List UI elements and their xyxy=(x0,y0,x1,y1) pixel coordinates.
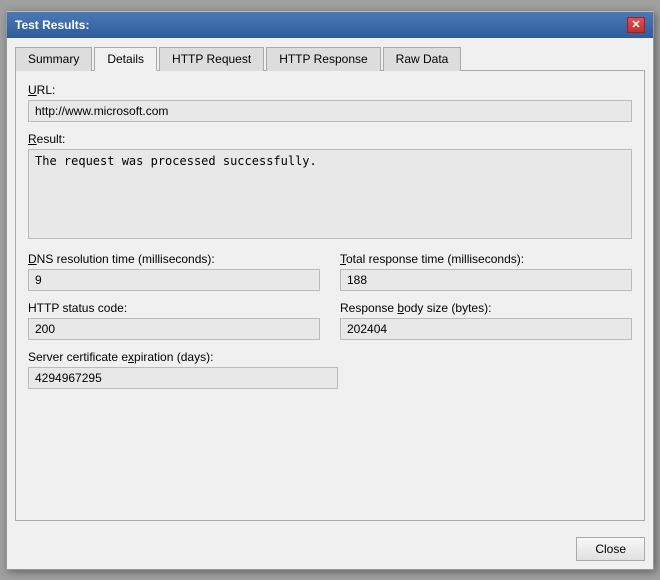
tab-http-request[interactable]: HTTP Request xyxy=(159,47,264,71)
col-http-status: HTTP status code: 200 xyxy=(28,301,320,350)
content-panel: URL: http://www.microsoft.com Result: DN… xyxy=(15,71,645,521)
http-status-label: HTTP status code: xyxy=(28,301,320,315)
tab-bar: Summary Details HTTP Request HTTP Respon… xyxy=(15,46,645,71)
tab-details[interactable]: Details xyxy=(94,47,157,71)
url-label: URL: xyxy=(28,83,632,97)
dialog-title: Test Results: xyxy=(15,18,89,32)
result-label: Result: xyxy=(28,132,632,146)
cert-expiry-value: 4294967295 xyxy=(28,367,338,389)
body-size-label: Response body size (bytes): xyxy=(340,301,632,315)
total-response-label: Total response time (milliseconds): xyxy=(340,252,632,266)
cert-expiry-section: Server certificate expiration (days): 42… xyxy=(28,350,338,389)
tab-http-response[interactable]: HTTP Response xyxy=(266,47,380,71)
test-results-dialog: Test Results: ✕ Summary Details HTTP Req… xyxy=(6,11,654,570)
dialog-body: Summary Details HTTP Request HTTP Respon… xyxy=(7,38,653,529)
result-textarea[interactable] xyxy=(28,149,632,239)
tab-summary[interactable]: Summary xyxy=(15,47,92,71)
url-value: http://www.microsoft.com xyxy=(28,100,632,122)
tab-raw-data[interactable]: Raw Data xyxy=(383,47,462,71)
body-size-value: 202404 xyxy=(340,318,632,340)
col-body-size: Response body size (bytes): 202404 xyxy=(340,301,632,350)
cert-expiry-label: Server certificate expiration (days): xyxy=(28,350,338,364)
total-response-value: 188 xyxy=(340,269,632,291)
row-dns-total: DNS resolution time (milliseconds): 9 To… xyxy=(28,252,632,301)
dns-value: 9 xyxy=(28,269,320,291)
col-dns: DNS resolution time (milliseconds): 9 xyxy=(28,252,320,301)
col-total-response: Total response time (milliseconds): 188 xyxy=(340,252,632,301)
dialog-footer: Close xyxy=(7,529,653,569)
title-bar-close-button[interactable]: ✕ xyxy=(627,17,645,33)
title-bar: Test Results: ✕ xyxy=(7,12,653,38)
row-http-body: HTTP status code: 200 Response body size… xyxy=(28,301,632,350)
http-status-value: 200 xyxy=(28,318,320,340)
close-button[interactable]: Close xyxy=(576,537,645,561)
dns-label: DNS resolution time (milliseconds): xyxy=(28,252,320,266)
